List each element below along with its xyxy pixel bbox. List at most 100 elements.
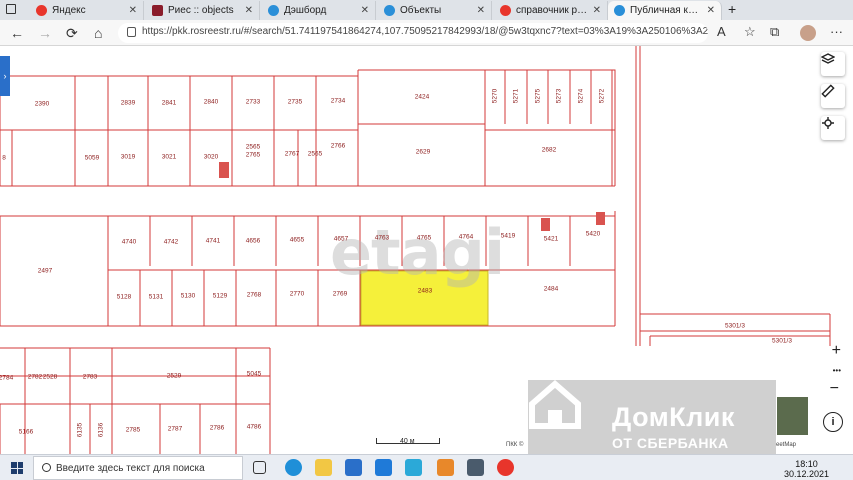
- parcel-label[interactable]: 2483: [418, 288, 432, 295]
- task-view-icon[interactable]: [253, 461, 266, 474]
- parcel-label[interactable]: 4657: [334, 236, 348, 243]
- parcel-label[interactable]: 2734: [331, 98, 345, 105]
- parcel-label[interactable]: 4656: [246, 238, 260, 245]
- parcel-label[interactable]: 2840: [204, 99, 218, 106]
- zoom-in-button[interactable]: +: [832, 342, 841, 360]
- parcel-label[interactable]: 2766: [331, 143, 345, 150]
- parcel-label[interactable]: 3019: [121, 154, 135, 161]
- calculator-icon[interactable]: [467, 459, 484, 476]
- parcel-label[interactable]: 5130: [181, 293, 195, 300]
- parcel-label[interactable]: 2785: [126, 427, 140, 434]
- zoom-out-button[interactable]: −: [830, 380, 839, 398]
- system-clock[interactable]: 18:10 30.12.2021: [784, 459, 829, 479]
- close-icon[interactable]: ✕: [129, 5, 137, 16]
- edge-icon[interactable]: [285, 459, 302, 476]
- file-explorer-icon[interactable]: [315, 459, 332, 476]
- parcel-label[interactable]: 2770: [290, 291, 304, 298]
- read-aloud-icon[interactable]: A: [717, 24, 726, 39]
- parcel-label[interactable]: 5271: [513, 89, 520, 103]
- parcel-label[interactable]: 5059: [85, 155, 99, 162]
- parcel-label[interactable]: 2629: [416, 149, 430, 156]
- media-icon[interactable]: [437, 459, 454, 476]
- url-field[interactable]: https://pkk.rosreestr.ru/#/search/51.741…: [118, 23, 708, 43]
- close-icon[interactable]: ✕: [361, 5, 369, 16]
- parcel-label[interactable]: 4741: [206, 238, 220, 245]
- parcel-label[interactable]: 5272: [599, 89, 606, 103]
- parcel-label[interactable]: 2767: [285, 151, 299, 158]
- parcel-label[interactable]: 5419: [501, 233, 515, 240]
- parcel-label[interactable]: 4740: [122, 239, 136, 246]
- parcel-label[interactable]: 3020: [204, 154, 218, 161]
- parcel-label[interactable]: 2768: [247, 292, 261, 299]
- new-tab-button[interactable]: +: [728, 1, 736, 17]
- windows-start-icon[interactable]: [11, 462, 23, 474]
- back-icon[interactable]: ←: [10, 25, 24, 41]
- parcel-label[interactable]: 2484: [544, 286, 558, 293]
- parcel-label[interactable]: 4764: [459, 234, 473, 241]
- parcel-label[interactable]: 2424: [415, 94, 429, 101]
- parcel-label[interactable]: 5131: [149, 294, 163, 301]
- close-icon[interactable]: ✕: [593, 5, 601, 16]
- parcel-label[interactable]: 2782: [28, 374, 42, 381]
- satellite-layer-thumbnail[interactable]: [776, 396, 809, 436]
- taskbar-search-input[interactable]: Введите здесь текст для поиска: [33, 456, 243, 480]
- close-icon[interactable]: ✕: [245, 5, 253, 16]
- parcel-label[interactable]: 2682: [542, 147, 556, 154]
- favorites-icon[interactable]: ☆: [744, 24, 756, 40]
- parcel-label[interactable]: 2787: [168, 426, 182, 433]
- app-l-icon[interactable]: [405, 459, 422, 476]
- avatar[interactable]: [800, 25, 816, 41]
- ruler-button[interactable]: [821, 84, 845, 108]
- parcel-label[interactable]: 6136: [98, 423, 105, 437]
- more-icon[interactable]: ···: [830, 24, 843, 39]
- parcel-label[interactable]: 5129: [213, 293, 227, 300]
- parcel-label[interactable]: 2565: [308, 151, 322, 158]
- map-options-button[interactable]: •••: [833, 366, 841, 375]
- tab-rosreestr-reference[interactable]: справочник росреест ✕: [494, 1, 608, 20]
- parcel-label[interactable]: 2841: [162, 100, 176, 107]
- store-icon[interactable]: [345, 459, 362, 476]
- parcel-label[interactable]: 4786: [247, 424, 261, 431]
- parcel-label[interactable]: 2786: [210, 425, 224, 432]
- parcel-label[interactable]: 5270: [492, 89, 499, 103]
- parcel-label[interactable]: 2769: [333, 291, 347, 298]
- parcel-label[interactable]: 2390: [35, 101, 49, 108]
- parcel-label[interactable]: 3021: [162, 154, 176, 161]
- yandex-browser-icon[interactable]: [497, 459, 514, 476]
- parcel-label[interactable]: 2733: [246, 99, 260, 106]
- parcel-label[interactable]: 2529: [167, 373, 181, 380]
- collections-icon[interactable]: ⧉: [770, 24, 779, 40]
- tab-objects[interactable]: Объекты ✕: [378, 1, 492, 20]
- layers-button[interactable]: [821, 52, 845, 76]
- tab-actions-icon[interactable]: [6, 4, 16, 14]
- forward-icon[interactable]: →: [38, 25, 52, 41]
- parcel-label[interactable]: 2565: [246, 144, 260, 151]
- parcel-label[interactable]: 4655: [290, 237, 304, 244]
- parcel-label[interactable]: 5273: [556, 89, 563, 103]
- parcel-label[interactable]: 5166: [19, 429, 33, 436]
- parcel-label[interactable]: 2528: [43, 374, 57, 381]
- locate-button[interactable]: [821, 116, 845, 140]
- parcel-label[interactable]: 5301/3: [772, 338, 792, 345]
- parcel-label[interactable]: 5421: [544, 236, 558, 243]
- parcel-label[interactable]: 5301/3: [725, 323, 745, 330]
- home-icon[interactable]: ⌂: [94, 25, 102, 41]
- parcel-label[interactable]: 5275: [535, 89, 542, 103]
- parcel-label[interactable]: 6135: [77, 423, 84, 437]
- close-icon[interactable]: ✕: [707, 5, 715, 16]
- parcel-label[interactable]: 2765: [246, 152, 260, 159]
- info-button[interactable]: i: [823, 412, 843, 432]
- refresh-icon[interactable]: ⟳: [66, 25, 78, 41]
- cadastral-map[interactable]: etagi 2390 2839 2841 2840 2733 2735 2734…: [0, 46, 853, 454]
- parcel-label[interactable]: 4742: [164, 239, 178, 246]
- parcel-label[interactable]: 5045: [247, 371, 261, 378]
- close-icon[interactable]: ✕: [477, 5, 485, 16]
- side-panel-toggle[interactable]: ›: [0, 56, 10, 96]
- parcel-label[interactable]: 2784: [0, 375, 13, 382]
- parcel-label[interactable]: 5420: [586, 231, 600, 238]
- parcel-label[interactable]: 4763: [375, 235, 389, 242]
- tab-objects-ries[interactable]: Риес :: objects ✕: [146, 1, 260, 20]
- parcel-label[interactable]: 5274: [578, 89, 585, 103]
- parcel-label[interactable]: 2783: [83, 374, 97, 381]
- parcel-label[interactable]: 8: [2, 155, 6, 162]
